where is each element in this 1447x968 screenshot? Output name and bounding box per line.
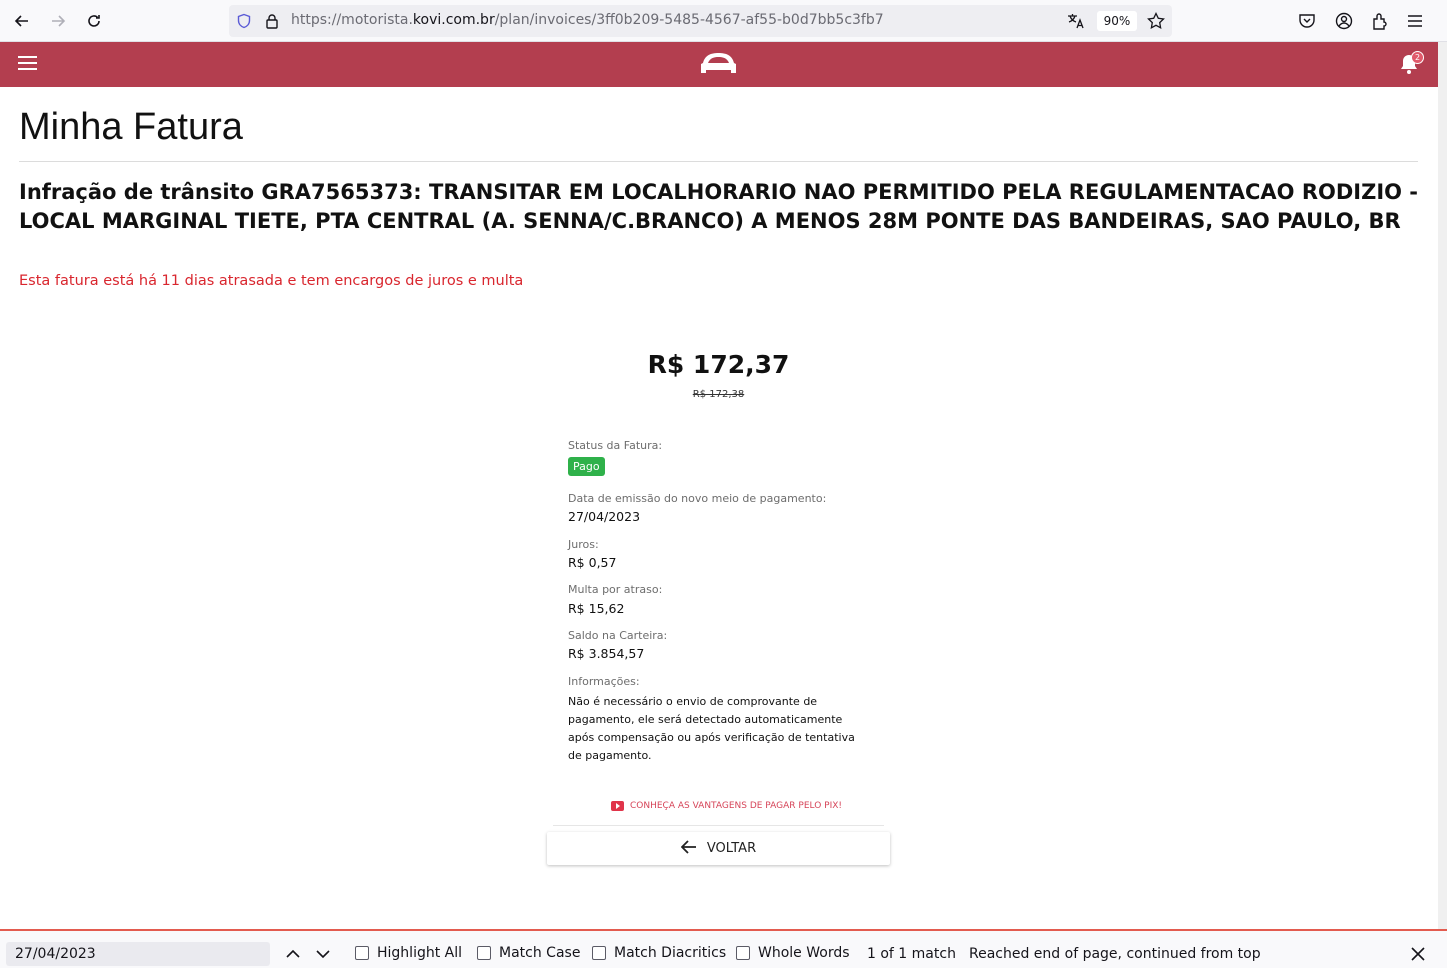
late-fee-value: R$ 15,62 bbox=[568, 601, 625, 616]
issue-date-value: 27/04/2023 bbox=[568, 509, 641, 524]
back-button-label: VOLTAR bbox=[706, 841, 757, 856]
url-prefix: https://motorista. bbox=[291, 12, 413, 28]
app-header: 2 bbox=[0, 42, 1438, 87]
title-divider bbox=[19, 161, 1418, 162]
reload-icon[interactable] bbox=[82, 9, 106, 33]
lock-icon[interactable] bbox=[263, 12, 281, 30]
zoom-level[interactable]: 90% bbox=[1097, 11, 1137, 31]
whole-words-checkbox[interactable]: Whole Words bbox=[736, 945, 850, 961]
find-status-message: Reached end of page, continued from top bbox=[969, 946, 1261, 962]
forward-arrow-icon[interactable] bbox=[46, 9, 70, 33]
highlight-all-box[interactable] bbox=[355, 946, 369, 960]
account-icon[interactable] bbox=[1333, 10, 1355, 32]
page-scrollbar[interactable] bbox=[1438, 42, 1447, 930]
interest-label: Juros: bbox=[568, 538, 599, 551]
menu-icon[interactable] bbox=[1404, 10, 1426, 32]
status-label: Status da Fatura: bbox=[568, 439, 663, 452]
wallet-label: Saldo na Carteira: bbox=[568, 629, 668, 642]
pix-link-label: CONHEÇA AS VANTAGENS DE PAGAR PELO PIX! bbox=[630, 801, 843, 811]
hamburger-menu-icon[interactable] bbox=[18, 56, 37, 72]
back-button[interactable]: VOLTAR bbox=[547, 832, 890, 865]
match-case-checkbox[interactable]: Match Case bbox=[477, 945, 580, 961]
whole-words-box[interactable] bbox=[736, 946, 750, 960]
pocket-icon[interactable] bbox=[1296, 10, 1318, 32]
wallet-value: R$ 3.854,57 bbox=[568, 646, 645, 661]
find-bar: Highlight All Match Case Match Diacritic… bbox=[0, 929, 1447, 968]
issue-date-label: Data de emissão do novo meio de pagament… bbox=[568, 492, 827, 505]
highlight-all-checkbox[interactable]: Highlight All bbox=[355, 945, 462, 961]
whole-words-label: Whole Words bbox=[758, 945, 850, 961]
find-next-icon[interactable] bbox=[314, 945, 332, 963]
translate-icon[interactable] bbox=[1067, 12, 1085, 30]
info-label: Informações: bbox=[568, 675, 640, 688]
url-text[interactable]: https://motorista.kovi.com.br/plan/invoi… bbox=[291, 12, 884, 28]
arrow-left-icon bbox=[680, 839, 697, 858]
extensions-icon[interactable] bbox=[1369, 10, 1391, 32]
browser-toolbar: https://motorista.kovi.com.br/plan/invoi… bbox=[0, 0, 1447, 42]
match-case-box[interactable] bbox=[477, 946, 491, 960]
bookmark-star-icon[interactable] bbox=[1147, 12, 1165, 30]
invoice-description: Infração de trânsito GRA7565373: TRANSIT… bbox=[19, 180, 1419, 233]
back-arrow-icon[interactable] bbox=[10, 9, 34, 33]
invoice-amount: R$ 172,37 bbox=[647, 350, 790, 379]
kovi-car-logo-icon[interactable] bbox=[699, 51, 738, 81]
pix-advantages-link[interactable]: CONHEÇA AS VANTAGENS DE PAGAR PELO PIX! bbox=[611, 801, 842, 811]
page-title: Minha Fatura bbox=[19, 106, 243, 148]
match-diacritics-box[interactable] bbox=[592, 946, 606, 960]
original-amount: R$ 172,38 bbox=[692, 389, 745, 400]
notification-count-badge: 2 bbox=[1411, 51, 1424, 64]
info-text: Não é necessário o envio de comprovante … bbox=[568, 695, 855, 762]
late-fee-label: Multa por atraso: bbox=[568, 583, 663, 596]
find-previous-icon[interactable] bbox=[284, 945, 302, 963]
interest-value: R$ 0,57 bbox=[568, 555, 617, 570]
match-count: 1 of 1 match bbox=[867, 946, 956, 962]
match-diacritics-label: Match Diacritics bbox=[614, 945, 727, 961]
url-host: kovi.com.br bbox=[412, 12, 495, 28]
button-divider bbox=[553, 825, 884, 826]
close-icon[interactable] bbox=[1409, 945, 1427, 963]
find-input[interactable] bbox=[6, 942, 270, 966]
status-badge: Pago bbox=[568, 457, 605, 476]
shield-icon[interactable] bbox=[235, 12, 253, 30]
url-path: /plan/invoices/3ff0b209-5485-4567-af55-b… bbox=[494, 12, 884, 28]
match-diacritics-checkbox[interactable]: Match Diacritics bbox=[592, 945, 726, 961]
highlight-all-label: Highlight All bbox=[377, 945, 463, 961]
url-bar[interactable]: https://motorista.kovi.com.br/plan/invoi… bbox=[229, 5, 1172, 37]
match-case-label: Match Case bbox=[499, 945, 581, 961]
youtube-play-icon bbox=[611, 801, 624, 811]
overdue-warning: Esta fatura está há 11 dias atrasada e t… bbox=[19, 273, 524, 289]
